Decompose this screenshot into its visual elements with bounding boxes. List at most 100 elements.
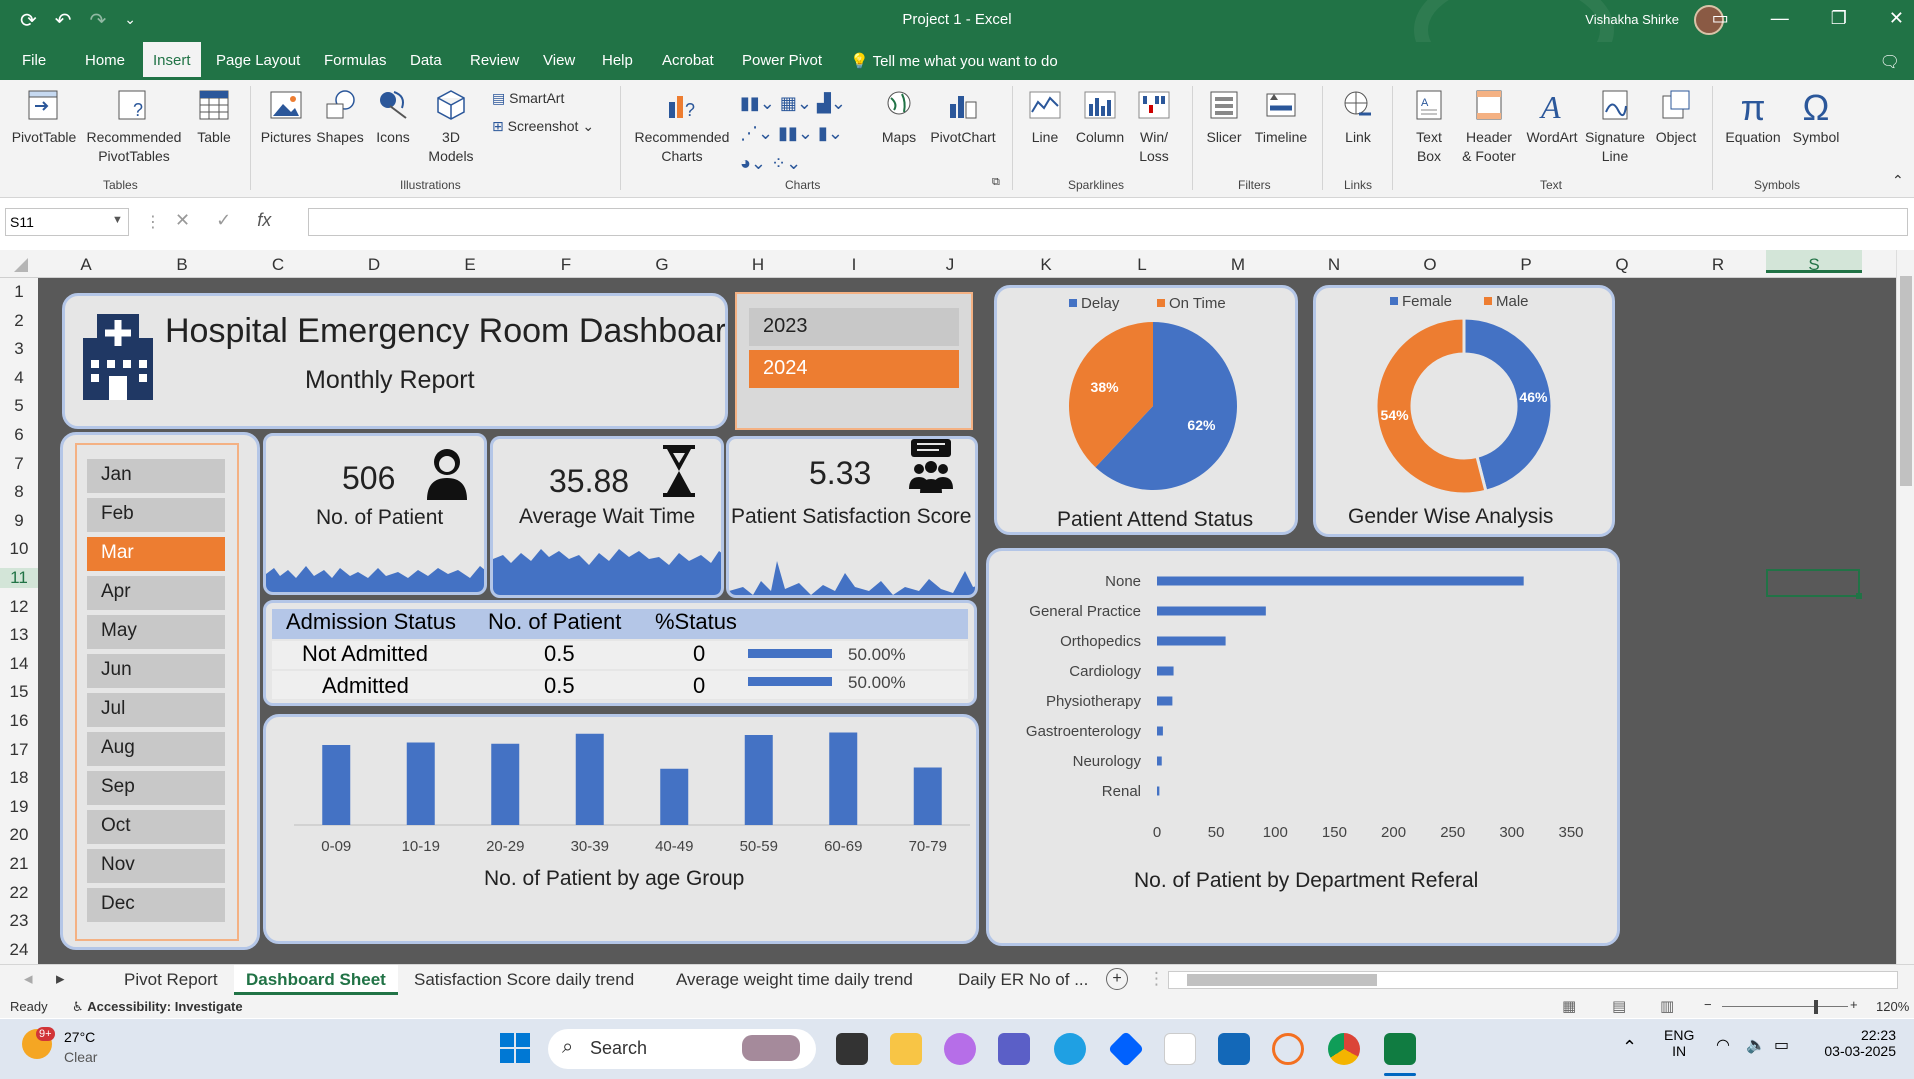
age-bar[interactable] xyxy=(575,733,604,825)
column-header-o[interactable]: O xyxy=(1382,255,1478,275)
dropbox-icon[interactable] xyxy=(1107,1030,1145,1068)
insert-function-icon[interactable]: fx xyxy=(257,210,271,231)
age-bar[interactable] xyxy=(829,732,858,826)
tab-acrobat[interactable]: Acrobat xyxy=(652,42,724,80)
windows-start-icon[interactable] xyxy=(500,1033,530,1063)
tab-pivot-report[interactable]: Pivot Report xyxy=(112,965,230,995)
name-box[interactable]: S11 xyxy=(5,208,129,236)
column-header-b[interactable]: B xyxy=(134,255,230,275)
slicer-button[interactable]: Slicer xyxy=(1202,88,1246,147)
header-footer-button[interactable]: Header & Footer xyxy=(1456,88,1522,166)
row-header-18[interactable]: 18 xyxy=(0,768,38,788)
month-jul-button[interactable]: Jul xyxy=(87,693,225,727)
language-indicator[interactable]: ENG IN xyxy=(1664,1027,1694,1059)
next-sheet-icon[interactable]: ▸ xyxy=(56,969,65,989)
tell-me-search[interactable]: 💡 Tell me what you want to do xyxy=(850,52,1058,70)
page-layout-view-icon[interactable]: ▤ xyxy=(1612,997,1626,1015)
column-header-q[interactable]: Q xyxy=(1574,255,1670,275)
vertical-scrollbar[interactable] xyxy=(1896,250,1914,968)
cancel-icon[interactable]: ✕ xyxy=(175,210,190,231)
tab-satisfaction-trend[interactable]: Satisfaction Score daily trend xyxy=(402,965,646,995)
collapse-ribbon-icon[interactable]: ⌃ xyxy=(1892,172,1904,189)
column-header-n[interactable]: N xyxy=(1286,255,1382,275)
text-box-button[interactable]: A Text Box xyxy=(1404,88,1454,166)
teams-icon[interactable] xyxy=(998,1033,1030,1065)
column-chart-icon[interactable]: ▮▮⌄ xyxy=(740,93,775,113)
taskbar-search[interactable]: ⌕ Search xyxy=(548,1029,816,1069)
row-header-10[interactable]: 10 xyxy=(0,539,38,559)
department-bar[interactable] xyxy=(1157,786,1160,796)
smartart-button[interactable]: ▤ SmartArt xyxy=(492,90,564,107)
sparkline-winloss-button[interactable]: Win/Loss xyxy=(1134,88,1174,166)
screenshot-button[interactable]: ⊞ Screenshot ⌄ xyxy=(492,118,594,135)
month-oct-button[interactable]: Oct xyxy=(87,810,225,844)
close-icon[interactable]: ✕ xyxy=(1889,8,1904,29)
tab-power-pivot[interactable]: Power Pivot xyxy=(732,42,832,80)
row-header-1[interactable]: 1 xyxy=(0,282,38,302)
table-button[interactable]: Table xyxy=(190,88,238,147)
comments-icon[interactable]: 🗨 xyxy=(1880,52,1900,72)
month-nov-button[interactable]: Nov xyxy=(87,849,225,883)
normal-view-icon[interactable]: ▦ xyxy=(1562,997,1576,1015)
clock[interactable]: 22:23 03-03-2025 xyxy=(1816,1027,1896,1059)
battery-icon[interactable]: ▭ xyxy=(1774,1035,1789,1055)
row-header-15[interactable]: 15 xyxy=(0,682,38,702)
jupyter-icon[interactable] xyxy=(1272,1033,1304,1065)
object-button[interactable]: Object xyxy=(1650,88,1702,147)
department-bar[interactable] xyxy=(1157,756,1162,766)
row-header-23[interactable]: 23 xyxy=(0,911,38,931)
age-bar[interactable] xyxy=(322,745,351,825)
row-header-14[interactable]: 14 xyxy=(0,654,38,674)
mail-icon[interactable] xyxy=(1218,1033,1250,1065)
zoom-in-icon[interactable]: + xyxy=(1850,997,1858,1012)
link-button[interactable]: Link xyxy=(1336,88,1380,147)
zoom-out-icon[interactable]: − xyxy=(1704,997,1712,1012)
department-bar[interactable] xyxy=(1157,606,1266,616)
column-header-k[interactable]: K xyxy=(998,255,1094,275)
month-dec-button[interactable]: Dec xyxy=(87,888,225,922)
file-explorer-icon[interactable] xyxy=(890,1033,922,1065)
row-header-5[interactable]: 5 xyxy=(0,396,38,416)
symbol-button[interactable]: Ω Symbol xyxy=(1788,88,1844,147)
chevron-up-icon[interactable]: ⌃ xyxy=(1622,1037,1637,1058)
department-bar[interactable] xyxy=(1157,666,1174,676)
column-header-l[interactable]: L xyxy=(1094,255,1190,275)
equation-button[interactable]: π Equation xyxy=(1720,88,1786,147)
month-sep-button[interactable]: Sep xyxy=(87,771,225,805)
chrome-icon[interactable] xyxy=(1328,1033,1360,1065)
month-may-button[interactable]: May xyxy=(87,615,225,649)
prev-sheet-icon[interactable]: ◂ xyxy=(24,969,33,989)
pivottable-button[interactable]: PivotTable xyxy=(8,88,80,147)
column-header-m[interactable]: M xyxy=(1190,255,1286,275)
scroll-thumb[interactable] xyxy=(1187,974,1377,986)
column-header-i[interactable]: I xyxy=(806,255,902,275)
row-header-20[interactable]: 20 xyxy=(0,825,38,845)
row-header-7[interactable]: 7 xyxy=(0,454,38,474)
scatter-chart-icon[interactable]: ⁘⌄ xyxy=(771,153,801,173)
dialog-launcher-icon[interactable]: ⧉ xyxy=(992,176,1000,189)
enter-icon[interactable]: ✓ xyxy=(216,210,231,231)
department-bar[interactable] xyxy=(1157,726,1163,736)
column-header-h[interactable]: H xyxy=(710,255,806,275)
add-sheet-icon[interactable]: + xyxy=(1106,968,1128,990)
column-header-s[interactable]: S xyxy=(1766,250,1862,274)
wifi-icon[interactable]: ◠ xyxy=(1716,1035,1730,1055)
year-2023-button[interactable]: 2023 xyxy=(749,308,959,346)
age-bar[interactable] xyxy=(913,767,942,826)
waterfall-chart-icon[interactable]: ▟⌄ xyxy=(817,93,846,113)
fill-handle[interactable] xyxy=(1856,593,1862,599)
department-bar[interactable] xyxy=(1157,696,1173,706)
row-header-12[interactable]: 12 xyxy=(0,597,38,617)
maps-button[interactable]: Maps xyxy=(876,88,922,147)
sparkline-line-button[interactable]: Line xyxy=(1024,88,1066,147)
task-view-icon[interactable] xyxy=(836,1033,868,1065)
pivotchart-button[interactable]: PivotChart xyxy=(926,88,1000,147)
shapes-button[interactable]: Shapes xyxy=(314,88,366,147)
tab-file[interactable]: File xyxy=(12,42,56,80)
speaker-icon[interactable]: 🔈 xyxy=(1746,1035,1766,1055)
column-header-r[interactable]: R xyxy=(1670,255,1766,275)
ribbon-display-icon[interactable]: ▭ xyxy=(1712,8,1729,29)
column-header-g[interactable]: G xyxy=(614,255,710,275)
month-jan-button[interactable]: Jan xyxy=(87,459,225,493)
recommended-pivottables-button[interactable]: ? Recommended PivotTables xyxy=(82,88,186,166)
